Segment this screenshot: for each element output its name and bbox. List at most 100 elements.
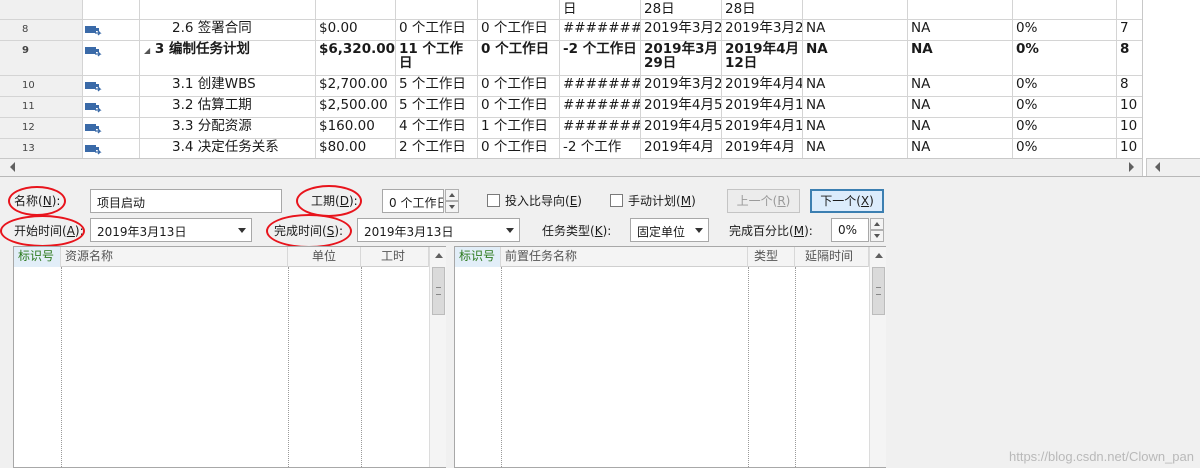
- cell-duration[interactable]: 11 个工作日: [396, 41, 478, 75]
- cell-free-slack[interactable]: #########: [560, 20, 641, 40]
- task-mode-cell[interactable]: [83, 20, 140, 40]
- cell-free-slack[interactable]: #########: [560, 97, 641, 117]
- row-number[interactable]: 10: [0, 76, 83, 96]
- cell-predecessors[interactable]: NA: [803, 76, 908, 96]
- cell-total-slack[interactable]: 0 个工作日: [478, 20, 560, 40]
- header-id[interactable]: 标识号: [455, 247, 501, 267]
- cell-resource[interactable]: 8: [1117, 76, 1142, 96]
- task-mode-cell[interactable]: [83, 118, 140, 138]
- row-number[interactable]: 8: [0, 20, 83, 40]
- cell-finish[interactable]: 2019年3月2: [722, 20, 803, 40]
- cell-resource[interactable]: 10: [1117, 97, 1142, 117]
- cell-total-slack[interactable]: 0 个工作日: [478, 97, 560, 117]
- previous-button[interactable]: 上一个(R): [727, 189, 800, 213]
- cell-finish[interactable]: 28日: [641, 0, 722, 19]
- header-work[interactable]: 工时: [361, 247, 429, 267]
- chevron-down-icon[interactable]: [238, 228, 246, 233]
- cell-resource[interactable]: 10: [1117, 118, 1142, 138]
- resources-table[interactable]: 标识号 资源名称 单位 工时: [13, 246, 446, 468]
- header-id[interactable]: 标识号: [14, 247, 61, 267]
- vertical-scrollbar[interactable]: [869, 247, 886, 467]
- cell-cost[interactable]: $2,500.00: [316, 97, 396, 117]
- cell-start[interactable]: 日: [560, 0, 641, 19]
- scroll-up-icon[interactable]: [875, 253, 883, 258]
- chevron-down-icon[interactable]: [506, 228, 514, 233]
- header-predecessor-name[interactable]: 前置任务名称: [501, 247, 748, 267]
- cell-total-slack[interactable]: 0 个工作日: [478, 76, 560, 96]
- cell-predecessors[interactable]: NA: [803, 118, 908, 138]
- cell-cost[interactable]: $6,320.00: [316, 41, 396, 75]
- cell-percent[interactable]: 0%: [1013, 76, 1117, 96]
- header-type[interactable]: 类型: [748, 247, 795, 267]
- task-name[interactable]: 2.6 签署合同: [140, 20, 316, 40]
- manual-schedule-checkbox[interactable]: [610, 194, 623, 207]
- cell-start[interactable]: 2019年4月5: [641, 118, 722, 138]
- cell-resource[interactable]: 7: [1117, 20, 1142, 40]
- spin-up-icon[interactable]: [445, 189, 459, 201]
- predecessors-table[interactable]: 标识号 前置任务名称 类型 延隔时间: [454, 246, 886, 468]
- chevron-down-icon[interactable]: [695, 228, 703, 233]
- vertical-scrollbar[interactable]: [429, 247, 446, 467]
- cell-free-slack[interactable]: -2 个工作日: [560, 41, 641, 75]
- table-row-summary[interactable]: 9 ◢ 3 编制任务计划 $6,320.00 11 个工作日 0 个工作日 -2…: [0, 41, 1142, 76]
- table-row[interactable]: 11 3.2 估算工期 $2,500.00 5 个工作日 0 个工作日 ####…: [0, 97, 1142, 118]
- header-units[interactable]: 单位: [288, 247, 361, 267]
- effort-driven-checkbox[interactable]: [487, 194, 500, 207]
- cell-start[interactable]: 2019年3月2: [641, 20, 722, 40]
- row-number[interactable]: 11: [0, 97, 83, 117]
- cell-start[interactable]: 2019年3月29日: [641, 41, 722, 75]
- cell-late[interactable]: 28日: [722, 0, 803, 19]
- spin-down-icon[interactable]: [870, 230, 884, 242]
- task-name-cell[interactable]: ◢ 3 编制任务计划: [140, 41, 316, 75]
- cell-duration[interactable]: 5 个工作日: [396, 76, 478, 96]
- cell-start[interactable]: 2019年4月5: [641, 97, 722, 117]
- row-number[interactable]: 13: [0, 139, 83, 158]
- cell-free-slack[interactable]: #########: [560, 118, 641, 138]
- cell-percent[interactable]: 0%: [1013, 41, 1117, 75]
- spin-up-icon[interactable]: [870, 218, 884, 230]
- cell-duration[interactable]: 0 个工作日: [396, 20, 478, 40]
- cell-duration[interactable]: 5 个工作日: [396, 97, 478, 117]
- cell-predecessors[interactable]: NA: [803, 20, 908, 40]
- cell-free-slack[interactable]: #########: [560, 76, 641, 96]
- duration-input[interactable]: 0 个工作日: [382, 189, 444, 213]
- cell-duration[interactable]: 2 个工作日: [396, 139, 478, 158]
- scroll-up-icon[interactable]: [435, 253, 443, 258]
- cell-cost[interactable]: $0.00: [316, 20, 396, 40]
- table-row[interactable]: 12 3.3 分配资源 $160.00 4 个工作日 1 个工作日 ######…: [0, 118, 1142, 139]
- horizontal-scrollbar[interactable]: [0, 158, 1143, 176]
- scroll-left-icon[interactable]: [1155, 162, 1160, 172]
- cell-percent[interactable]: 0%: [1013, 97, 1117, 117]
- cell-successors[interactable]: NA: [908, 41, 1013, 75]
- cell-start[interactable]: 2019年3月2: [641, 76, 722, 96]
- cell-percent[interactable]: 0%: [1013, 20, 1117, 40]
- cell-finish[interactable]: 2019年4月1: [722, 97, 803, 117]
- scroll-thumb[interactable]: [432, 267, 445, 315]
- cell-successors[interactable]: NA: [908, 139, 1013, 158]
- table-row-partial[interactable]: 日 28日 28日: [0, 0, 1142, 20]
- task-mode-cell[interactable]: [83, 41, 140, 75]
- table-row[interactable]: 8 2.6 签署合同 $0.00 0 个工作日 0 个工作日 #########…: [0, 20, 1142, 41]
- cell-finish[interactable]: 2019年4月4: [722, 76, 803, 96]
- next-button[interactable]: 下一个(X): [810, 189, 884, 213]
- cell-percent[interactable]: 0%: [1013, 118, 1117, 138]
- start-date-picker[interactable]: 2019年3月13日: [90, 218, 252, 242]
- cell-total-slack[interactable]: 0 个工作日: [478, 41, 560, 75]
- row-number[interactable]: 9: [0, 41, 83, 75]
- cell-total-slack[interactable]: 0 个工作日: [478, 139, 560, 158]
- task-mode-cell[interactable]: [83, 139, 140, 158]
- cell-total-slack[interactable]: 1 个工作日: [478, 118, 560, 138]
- finish-date-picker[interactable]: 2019年3月13日: [357, 218, 520, 242]
- spin-down-icon[interactable]: [445, 201, 459, 213]
- name-input[interactable]: 项目启动: [90, 189, 282, 213]
- cell-finish[interactable]: 2019年4月1: [722, 118, 803, 138]
- task-name[interactable]: 3.4 决定任务关系: [140, 139, 316, 158]
- cell-successors[interactable]: NA: [908, 118, 1013, 138]
- cell-predecessors[interactable]: NA: [803, 41, 908, 75]
- duration-spinner[interactable]: [445, 189, 459, 213]
- cell-resource[interactable]: 8: [1117, 41, 1142, 75]
- header-lag[interactable]: 延隔时间: [795, 247, 869, 267]
- cell-successors[interactable]: NA: [908, 97, 1013, 117]
- header-resource-name[interactable]: 资源名称: [61, 247, 288, 267]
- scroll-right-icon[interactable]: [1129, 162, 1134, 172]
